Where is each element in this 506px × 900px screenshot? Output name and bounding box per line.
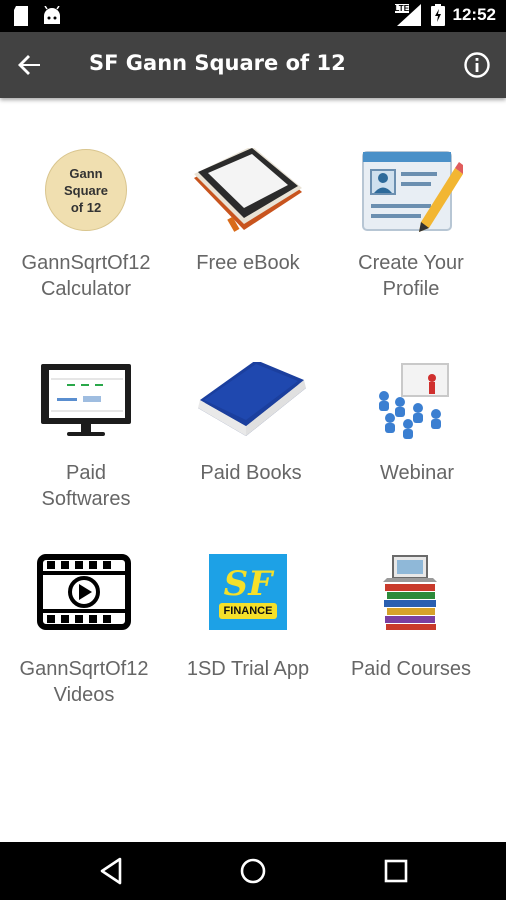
books-laptop-icon (383, 555, 437, 630)
status-right: LTE 12:52 (394, 4, 496, 26)
sf-logo-word: FINANCE (218, 603, 278, 619)
gann-logo-line2: Square (63, 182, 109, 198)
tile-label: Paid Books (167, 460, 335, 486)
tile-label-line2: Profile (382, 278, 440, 300)
tile-label-line1: Paid (65, 462, 107, 484)
gann-logo-line1: Gann (69, 165, 103, 181)
monitor-icon (41, 364, 131, 436)
info-icon[interactable] (463, 51, 491, 79)
app-bar: SF Gann Square of 12 (0, 32, 506, 98)
status-time: 12:52 (452, 5, 496, 24)
tile-label-line2: Videos (53, 684, 115, 706)
android-icon (44, 6, 60, 24)
gann-logo-icon: Gann Square of 12 (45, 149, 127, 231)
tile-trial-app[interactable]: SF FINANCE 1SD Trial App (164, 532, 332, 712)
signal-icon: LTE (394, 4, 423, 26)
tile-paid-softwares[interactable]: Paid Softwares (2, 340, 170, 520)
tile-label-line1: Paid Books (200, 462, 302, 484)
tile-label: Free eBook (164, 250, 332, 276)
page-title: SF Gann Square of 12 (89, 51, 346, 75)
book-icon (198, 362, 306, 436)
tile-label-line2: Calculator (40, 278, 132, 300)
tile-label: Paid Softwares (2, 460, 170, 512)
tile-label-line1: Paid Courses (350, 658, 472, 680)
tile-label-line1: Webinar (379, 462, 455, 484)
status-bar: LTE 12:52 (0, 0, 506, 32)
tile-label: Create Your Profile (327, 250, 495, 302)
tile-label-line1: GannSqrtOf12 (19, 658, 149, 680)
tile-webinar[interactable]: Webinar (333, 340, 501, 520)
tile-label: GannSqrtOf12 Videos (0, 656, 168, 708)
tile-free-ebook[interactable]: Free eBook (164, 130, 332, 310)
nav-back-icon[interactable] (96, 856, 126, 886)
tile-calculator[interactable]: Gann Square of 12 GannSqrtOf12 Calculato… (2, 130, 170, 310)
tile-label: Paid Courses (327, 656, 495, 682)
status-left (12, 6, 62, 26)
tile-create-profile[interactable]: Create Your Profile (327, 130, 495, 310)
sf-logo-letters: SF (223, 564, 273, 604)
nav-home-icon[interactable] (238, 856, 268, 886)
sd-card-icon (14, 6, 28, 26)
tile-label: Webinar (333, 460, 501, 486)
profile-form-icon (362, 151, 463, 232)
tile-label-line1: Create Your (358, 252, 464, 274)
gann-logo-line3: of 12 (70, 199, 102, 215)
ebook-reader-icon (194, 148, 302, 232)
webinar-icon (379, 363, 449, 439)
navigation-bar (0, 842, 506, 900)
sf-finance-logo-icon: SF FINANCE (209, 554, 287, 630)
tile-paid-courses[interactable]: Paid Courses (327, 532, 495, 712)
video-film-icon (37, 554, 131, 630)
tile-label-line2: Softwares (41, 488, 131, 510)
tile-paid-books[interactable]: Paid Books (167, 340, 335, 520)
tile-label: GannSqrtOf12 Calculator (2, 250, 170, 302)
network-label: LTE (394, 4, 410, 13)
tile-label-line1: GannSqrtOf12 (21, 252, 151, 274)
back-arrow-icon[interactable] (14, 49, 46, 81)
battery-icon (430, 4, 445, 26)
nav-recents-icon[interactable] (381, 856, 411, 886)
tile-videos[interactable]: GannSqrtOf12 Videos (0, 532, 168, 712)
tile-label: 1SD Trial App (164, 656, 332, 682)
tile-label-line1: 1SD Trial App (186, 658, 310, 680)
tile-label-line1: Free eBook (196, 252, 300, 274)
